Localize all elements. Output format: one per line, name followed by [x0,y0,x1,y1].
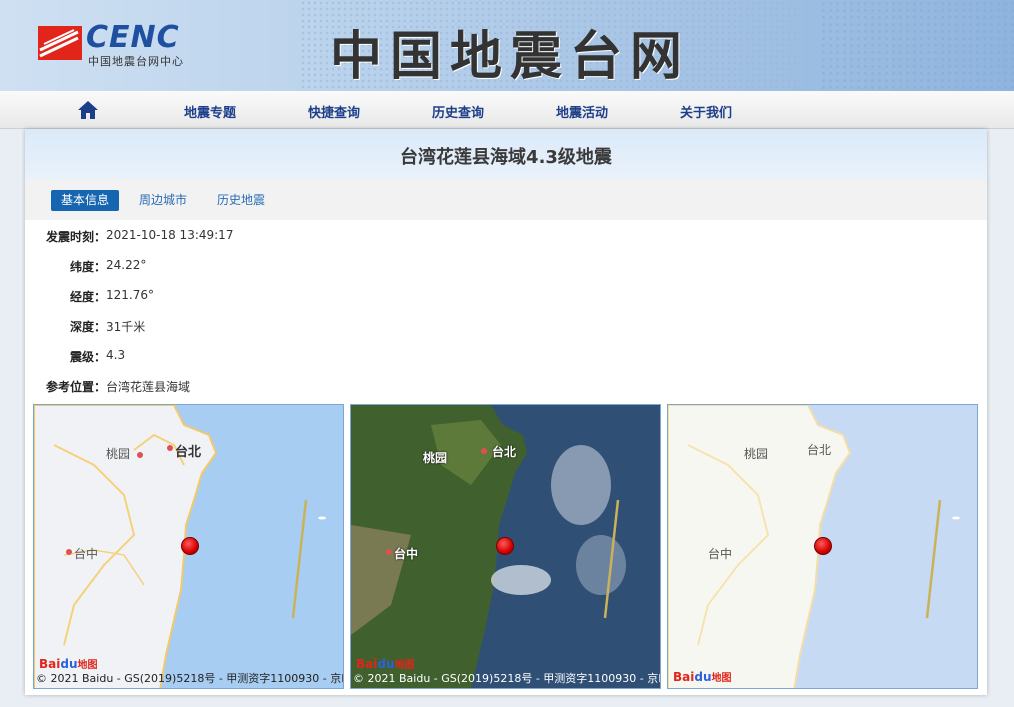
baidu-logo-text: Bai [673,670,695,684]
baidu-paw-icon: du [694,670,712,684]
baidu-logo: Baidu地图 [673,669,732,684]
event-panel: 台湾花莲县海域4.3级地震 基本信息 周边城市 历史地震 发震时刻： 2021-… [25,129,987,695]
info-value: 台湾花莲县海域 [106,380,191,394]
cenc-logo-icon [38,26,82,60]
info-value: 4.3 [106,348,126,362]
event-title: 台湾花莲县海域4.3级地震 [400,147,612,168]
nav-item-activity[interactable]: 地震活动 [556,102,608,121]
tab-history-quakes[interactable]: 历史地震 [217,190,265,211]
info-label: 发震时刻： [45,230,106,244]
info-value: 31千米 [106,320,146,334]
map-label-taichung: 台中 [394,547,419,561]
map-label-taoyuan: 桃园 [423,451,448,465]
map-standard[interactable]: 桃园 台北 台中 Baidu地图 © 2021 Baidu - GS(2019)… [33,404,344,689]
map-label-taoyuan: 桃园 [744,447,769,461]
map-light[interactable]: 桃园 台北 台中 Baidu地图 [667,404,978,689]
map-label-taipei: 台北 [807,443,832,457]
map-label-taipei: 台北 [175,445,202,460]
nav-item-history-search[interactable]: 历史查询 [432,102,484,121]
baidu-logo: Baidu地图 [39,656,98,671]
map-satellite[interactable]: 桃园 台北 台中 Baidu地图 © 2021 Baidu - GS(2019)… [350,404,661,689]
detail-tabs: 基本信息 周边城市 历史地震 [25,179,987,220]
map-label-taipei: 台北 [492,445,517,459]
map-copyright: © 2021 Baidu - GS(2019)5218号 - 甲测资字11009… [36,672,344,685]
epicenter-marker[interactable] [496,537,514,555]
home-icon[interactable] [77,99,99,121]
epicenter-marker[interactable] [181,537,199,555]
logo-subtitle: 中国地震台网中心 [88,55,184,68]
info-label: 纬度： [69,260,106,274]
info-label: 震级： [69,350,106,364]
baidu-paw-icon: du [377,657,395,671]
baidu-logo-text: Bai [356,657,378,671]
header-banner: CENC 中国地震台网中心 中国地震台网 [0,0,1014,91]
site-title: 中国地震台网 [330,26,691,87]
nav-item-about[interactable]: 关于我们 [680,102,732,121]
info-value: 2021-10-18 13:49:17 [106,228,234,242]
nav-item-topics[interactable]: 地震专题 [184,102,236,121]
map-label-taoyuan: 桃园 [106,447,131,461]
baidu-paw-icon: du [60,657,78,671]
baidu-logo-text: Bai [39,657,61,671]
logo-text: CENC [86,20,180,55]
epicenter-marker[interactable] [814,537,832,555]
tab-basic-info[interactable]: 基本信息 [51,190,120,211]
info-label: 深度： [69,320,106,334]
cenc-logo[interactable]: CENC 中国地震台网中心 [38,20,218,70]
main-nav: 地震专题 快捷查询 历史查询 地震活动 关于我们 [0,91,1014,129]
map-copyright: © 2021 Baidu - GS(2019)5218号 - 甲测资字11009… [353,672,661,685]
banner-pattern-right [820,0,1014,91]
nav-item-quick-search[interactable]: 快捷查询 [308,102,360,121]
baidu-logo: Baidu地图 [356,656,415,671]
event-title-bar: 台湾花莲县海域4.3级地震 [25,129,987,179]
baidu-map-label: 地图 [711,673,732,684]
info-value: 24.22° [106,258,147,272]
map-label-taichung: 台中 [74,547,99,561]
info-value: 121.76° [106,288,154,302]
info-label: 参考位置： [45,380,106,394]
info-label: 经度： [69,290,106,304]
tab-nearby-cities[interactable]: 周边城市 [139,190,187,211]
map-label-taichung: 台中 [708,547,733,561]
